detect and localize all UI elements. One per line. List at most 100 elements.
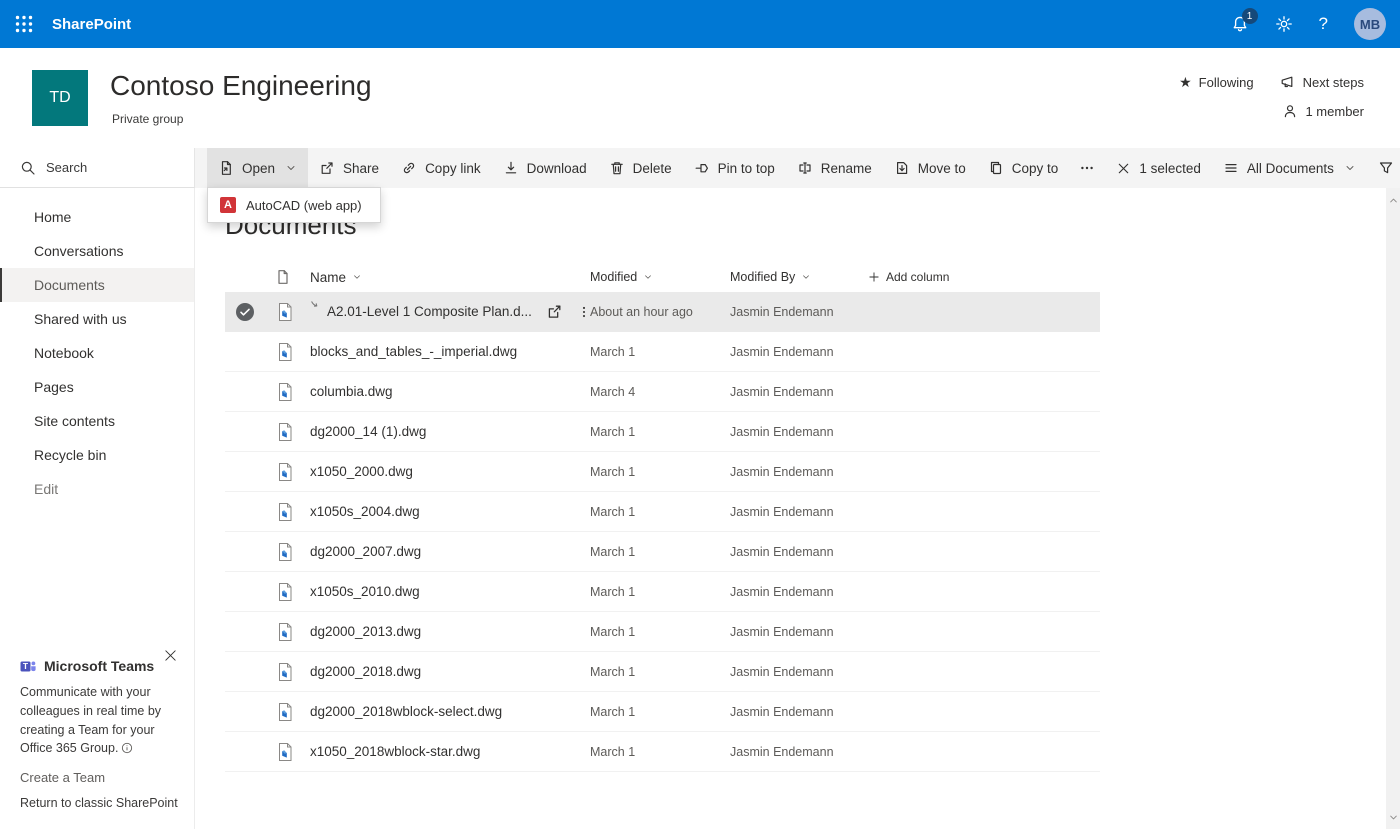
- account-avatar[interactable]: MB: [1354, 8, 1386, 40]
- column-header-name[interactable]: Name: [310, 270, 362, 285]
- create-team-link[interactable]: Create a Team: [20, 770, 182, 785]
- more-actions-icon[interactable]: [577, 304, 591, 320]
- table-row[interactable]: A2.01-Level 1 Composite Plan.d... About …: [225, 292, 1100, 332]
- file-name[interactable]: x1050_2018wblock-star.dwg: [310, 744, 480, 759]
- pin-to-top-button[interactable]: Pin to top: [683, 148, 786, 188]
- close-promo-button[interactable]: [163, 648, 178, 663]
- sidebar-item-home[interactable]: Home: [0, 200, 194, 234]
- person-icon: [1282, 103, 1298, 119]
- table-row[interactable]: dg2000_2013.dwg March 1 Jasmin Endemann: [225, 612, 1100, 652]
- view-selector-button[interactable]: All Documents: [1212, 148, 1367, 188]
- notifications-button[interactable]: 1: [1231, 15, 1249, 33]
- modified-cell: March 1: [590, 585, 730, 599]
- table-row[interactable]: dg2000_2018.dwg March 1 Jasmin Endemann: [225, 652, 1100, 692]
- site-title: Contoso Engineering: [110, 70, 372, 102]
- dwg-file-icon: [270, 662, 310, 682]
- file-name[interactable]: dg2000_2018.dwg: [310, 664, 421, 679]
- modified-cell: March 1: [590, 745, 730, 759]
- table-row[interactable]: dg2000_2007.dwg March 1 Jasmin Endemann: [225, 532, 1100, 572]
- table-row[interactable]: blocks_and_tables_-_imperial.dwg March 1…: [225, 332, 1100, 372]
- app-launcher-waffle-icon[interactable]: [0, 0, 48, 48]
- sidebar-item-recycle-bin[interactable]: Recycle bin: [0, 438, 194, 472]
- column-header-modified[interactable]: Modified: [590, 270, 730, 284]
- vertical-scrollbar[interactable]: [1386, 188, 1400, 829]
- chevron-down-icon: [801, 272, 811, 282]
- view-name-label: All Documents: [1247, 161, 1334, 176]
- chevron-down-icon: [643, 272, 653, 282]
- copy-link-label: Copy link: [425, 161, 481, 176]
- sidebar-item-pages[interactable]: Pages: [0, 370, 194, 404]
- scroll-down-arrow[interactable]: [1386, 809, 1400, 825]
- close-icon: [163, 648, 178, 663]
- delete-button[interactable]: Delete: [598, 148, 683, 188]
- file-name[interactable]: x1050s_2010.dwg: [310, 584, 420, 599]
- table-row[interactable]: x1050_2000.dwg March 1 Jasmin Endemann: [225, 452, 1100, 492]
- suite-app-name[interactable]: SharePoint: [52, 16, 131, 33]
- table-row[interactable]: x1050s_2004.dwg March 1 Jasmin Endemann: [225, 492, 1100, 532]
- next-steps-button[interactable]: Next steps: [1280, 74, 1364, 90]
- plus-icon: [868, 271, 880, 283]
- file-name[interactable]: columbia.dwg: [310, 384, 393, 399]
- site-logo[interactable]: TD: [32, 70, 88, 126]
- copy-to-icon: [988, 160, 1004, 176]
- settings-button[interactable]: [1275, 15, 1293, 33]
- file-name[interactable]: blocks_and_tables_-_imperial.dwg: [310, 344, 517, 359]
- share-button[interactable]: Share: [308, 148, 390, 188]
- sidebar-item-edit[interactable]: Edit: [0, 472, 194, 506]
- sidebar-item-conversations[interactable]: Conversations: [0, 234, 194, 268]
- menu-item-autocad-web-app[interactable]: A AutoCAD (web app): [208, 188, 380, 222]
- file-name[interactable]: dg2000_2018wblock-select.dwg: [310, 704, 502, 719]
- dwg-file-icon: [270, 422, 310, 442]
- site-header: TD Contoso Engineering Private group ★ F…: [0, 48, 1400, 148]
- file-name[interactable]: A2.01-Level 1 Composite Plan.d...: [327, 304, 532, 319]
- rename-button[interactable]: Rename: [786, 148, 883, 188]
- move-to-button[interactable]: Move to: [883, 148, 977, 188]
- sidebar-item-notebook[interactable]: Notebook: [0, 336, 194, 370]
- open-button[interactable]: Open: [207, 148, 308, 188]
- classic-sharepoint-link[interactable]: Return to classic SharePoint: [20, 796, 178, 810]
- sidebar-item-label: Recycle bin: [34, 447, 106, 463]
- click-cursor-icon: [310, 300, 321, 311]
- clear-selection-button[interactable]: 1 selected: [1105, 148, 1212, 188]
- dwg-file-icon: [270, 542, 310, 562]
- table-header-row: Name Modified Modified By Add column: [225, 262, 1100, 292]
- copy-link-button[interactable]: Copy link: [390, 148, 492, 188]
- scroll-up-arrow[interactable]: [1386, 192, 1400, 208]
- dwg-file-icon: [270, 622, 310, 642]
- file-name[interactable]: dg2000_2013.dwg: [310, 624, 421, 639]
- file-name[interactable]: dg2000_14 (1).dwg: [310, 424, 426, 439]
- download-button[interactable]: Download: [492, 148, 598, 188]
- table-row[interactable]: dg2000_2018wblock-select.dwg March 1 Jas…: [225, 692, 1100, 732]
- help-button[interactable]: ?: [1319, 14, 1328, 34]
- svg-text:T: T: [23, 661, 29, 671]
- selected-check-icon[interactable]: [235, 302, 255, 322]
- more-commands-button[interactable]: [1069, 148, 1105, 188]
- filter-button[interactable]: [1367, 148, 1400, 188]
- share-icon: [319, 160, 335, 176]
- sidebar-item-documents[interactable]: Documents: [0, 268, 194, 302]
- copy-to-button[interactable]: Copy to: [977, 148, 1070, 188]
- modified-by-cell: Jasmin Endemann: [730, 505, 868, 519]
- pin-icon: [694, 160, 710, 176]
- table-row[interactable]: columbia.dwg March 4 Jasmin Endemann: [225, 372, 1100, 412]
- sidebar-item-shared-with-us[interactable]: Shared with us: [0, 302, 194, 336]
- column-header-modified-by[interactable]: Modified By: [730, 270, 868, 284]
- table-row[interactable]: dg2000_14 (1).dwg March 1 Jasmin Endeman…: [225, 412, 1100, 452]
- table-row[interactable]: x1050s_2010.dwg March 1 Jasmin Endemann: [225, 572, 1100, 612]
- modified-by-cell: Jasmin Endemann: [730, 465, 868, 479]
- members-button[interactable]: 1 member: [1282, 103, 1364, 119]
- sidebar-item-label: Pages: [34, 379, 74, 395]
- table-body: A2.01-Level 1 Composite Plan.d... About …: [225, 292, 1100, 772]
- share-icon[interactable]: [546, 303, 563, 320]
- search-input[interactable]: [46, 160, 176, 175]
- info-icon[interactable]: [121, 742, 133, 754]
- file-name[interactable]: x1050s_2004.dwg: [310, 504, 420, 519]
- following-button[interactable]: ★ Following: [1179, 75, 1253, 90]
- table-row[interactable]: x1050_2018wblock-star.dwg March 1 Jasmin…: [225, 732, 1100, 772]
- sidebar-item-site-contents[interactable]: Site contents: [0, 404, 194, 438]
- file-name[interactable]: x1050_2000.dwg: [310, 464, 413, 479]
- modified-cell: About an hour ago: [590, 305, 730, 319]
- modified-cell: March 1: [590, 545, 730, 559]
- file-name[interactable]: dg2000_2007.dwg: [310, 544, 421, 559]
- add-column-button[interactable]: Add column: [868, 270, 1100, 284]
